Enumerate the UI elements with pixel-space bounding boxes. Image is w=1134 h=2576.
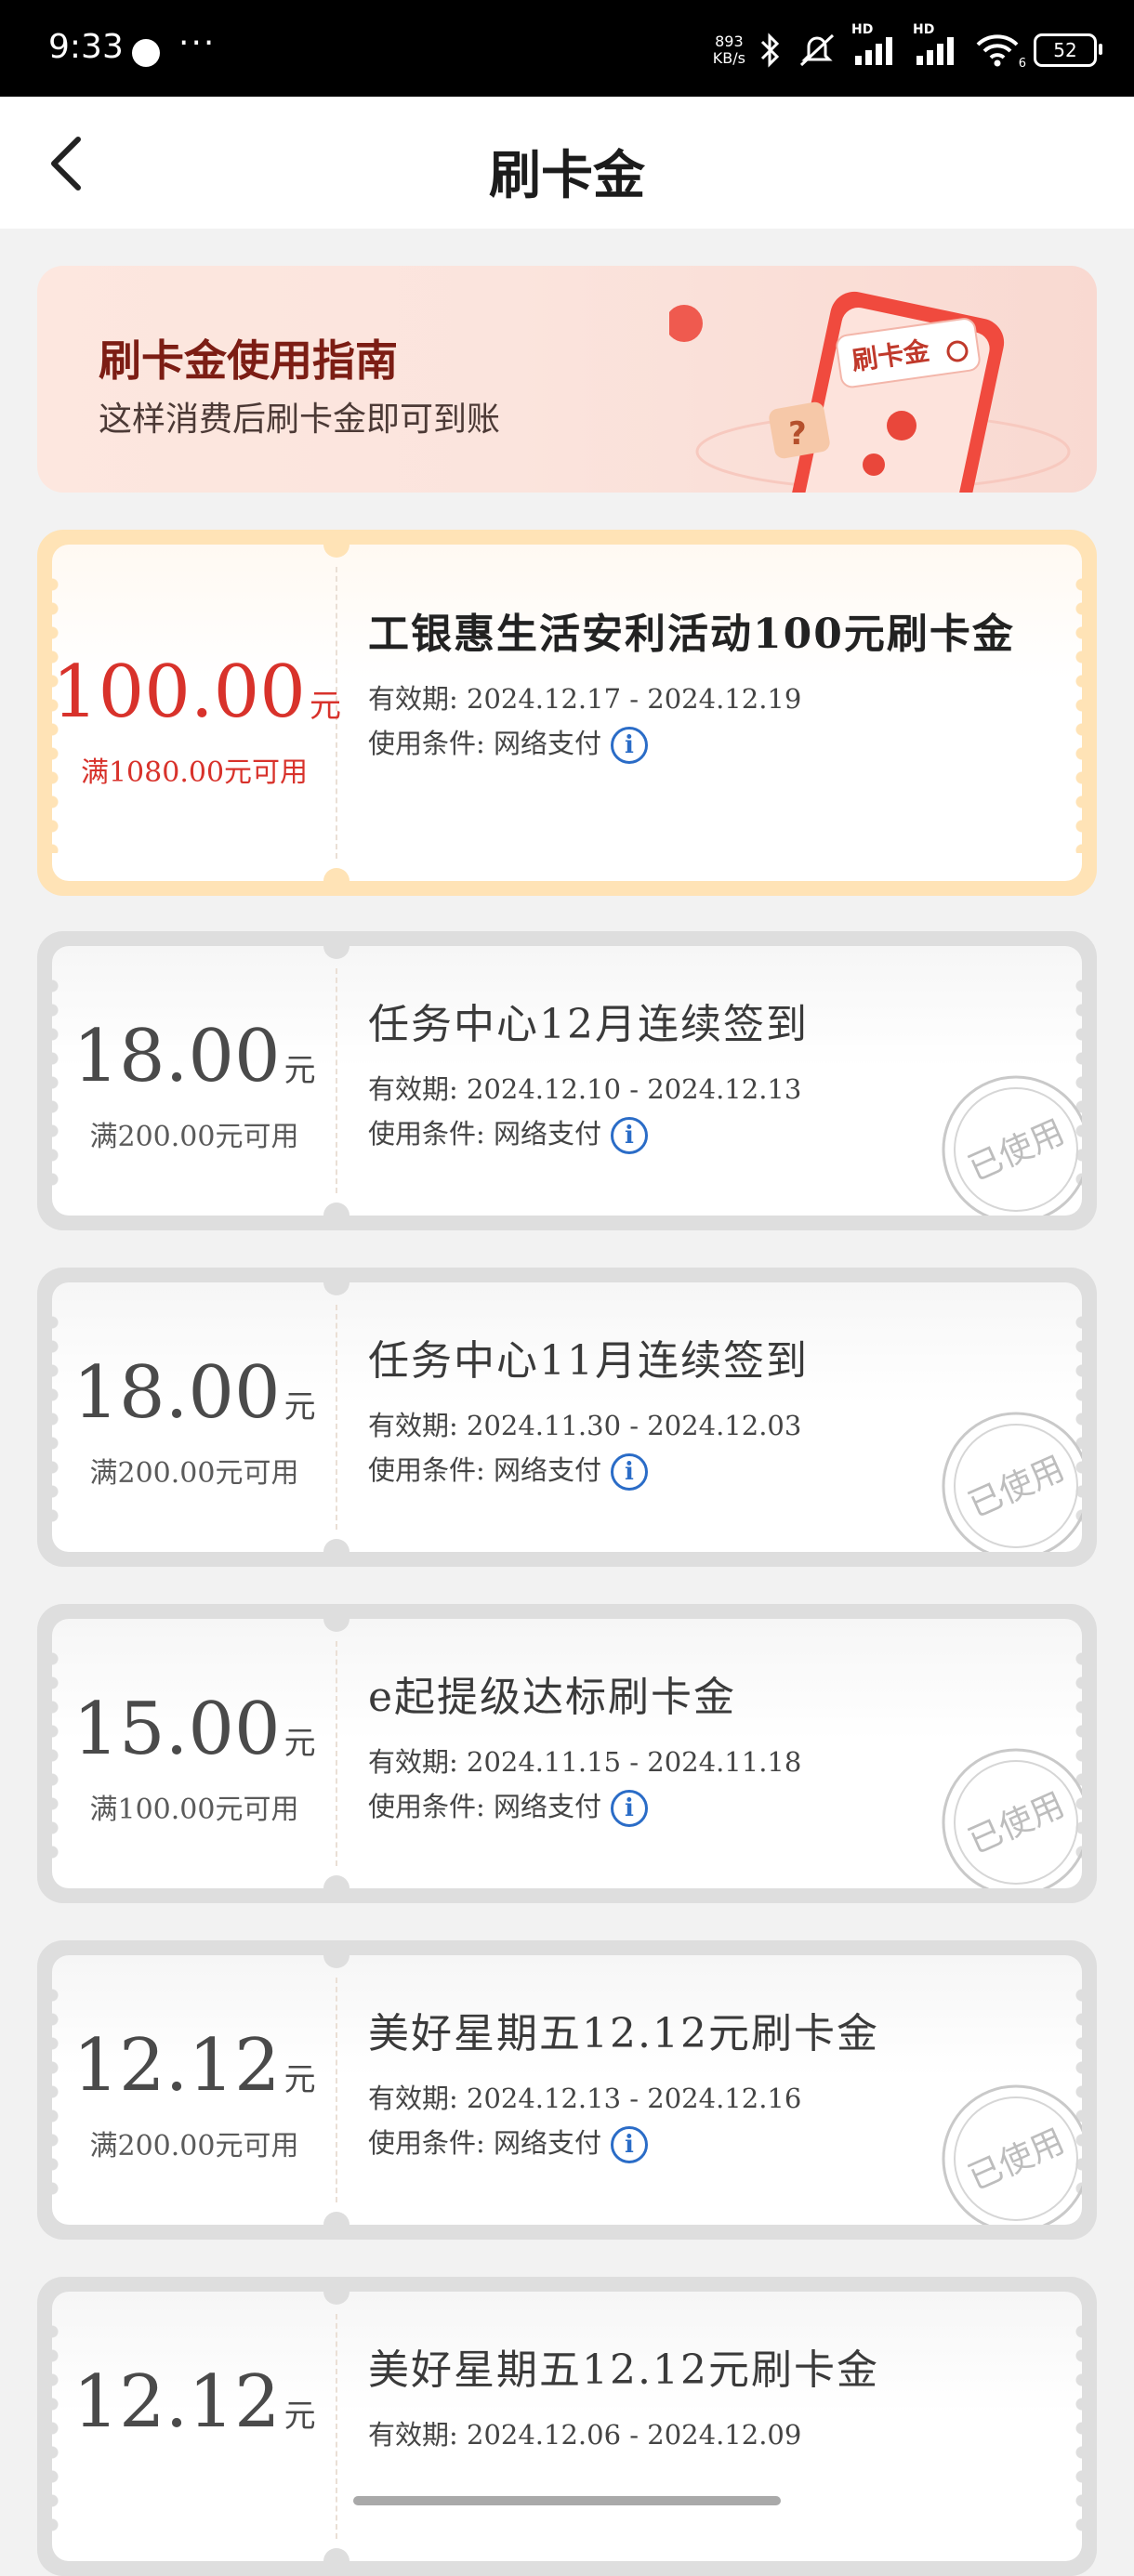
coupon-usage: 使用条件: 网络支付 i (368, 1784, 1026, 1829)
status-bar: 9:33 ··· 893 KB/s HD HD 6 52 (0, 0, 1134, 97)
coupon-validity: 有效期: 2024.12.17 - 2024.12.19 (368, 683, 802, 715)
currency-unit: 元 (284, 2061, 316, 2098)
coupon-validity: 有效期: 2024.12.06 - 2024.12.09 (368, 2419, 802, 2451)
info-icon[interactable]: i (611, 727, 648, 764)
coupon-amount: 18.00 元 (73, 1351, 316, 1435)
home-indicator[interactable] (353, 2496, 781, 2505)
coupon-amount-block: 15.00 元满100.00元可用 (52, 1693, 336, 1827)
coupon-amount-block: 18.00 元满200.00元可用 (52, 1357, 336, 1491)
coupon-validity: 有效期: 2024.11.15 - 2024.11.18 (368, 1746, 802, 1778)
coupon-body: 100.00 元满1080.00元可用 工银惠生活安利活动100元刷卡金 有效期: 2… (52, 545, 1082, 881)
coupon-info: 美好星期五12.12元刷卡金有效期: 2024.12.13 - 2024.12.… (368, 2000, 1026, 2165)
nav-header: 刷卡金 (0, 97, 1134, 229)
coupon-validity: 有效期: 2024.11.30 - 2024.12.03 (368, 1410, 802, 1441)
used-stamp-icon: 已使用 (942, 1075, 1082, 1216)
coupon-card[interactable]: 100.00 元满1080.00元可用 工银惠生活安利活动100元刷卡金 有效期: 2… (37, 530, 1097, 896)
signal-2-icon: HD (913, 22, 961, 69)
coupon-body: 12.12 元美好星期五12.12元刷卡金 有效期: 2024.12.06 - 20… (52, 2292, 1082, 2561)
coupon-usage: 使用条件: 网络支付 i (368, 721, 1026, 766)
coupon-info: e起提级达标刷卡金有效期: 2024.11.15 - 2024.11.18 使用条… (368, 1663, 1026, 1829)
svg-text:已使用: 已使用 (963, 1786, 1070, 1861)
coupon-validity: 有效期: 2024.12.10 - 2024.12.13 (368, 1073, 802, 1105)
coupon-title: e起提级达标刷卡金 (368, 1674, 737, 1721)
coupon-info: 工银惠生活安利活动100元刷卡金有效期: 2024.12.17 - 2024.1… (368, 600, 1026, 766)
page-title: 刷卡金 (489, 146, 645, 206)
svg-text:已使用: 已使用 (963, 2123, 1070, 2198)
coupon-amount: 12.12 元 (73, 2024, 316, 2108)
info-icon[interactable]: i (611, 1790, 648, 1827)
notification-dot-icon (132, 39, 160, 67)
banner-subtitle: 这样消费后刷卡金即可到账 (99, 401, 501, 439)
coupon-card[interactable]: 12.12 元满200.00元可用 美好星期五12.12元刷卡金有效期: 2024.… (37, 1940, 1097, 2240)
bluetooth-icon (758, 32, 783, 69)
phone-illustration-icon: 刷卡金 ? (669, 291, 1071, 493)
banner-title: 刷卡金使用指南 (99, 335, 398, 386)
coupon-card[interactable]: 18.00 元满200.00元可用 任务中心12月连续签到有效期: 2024.12.… (37, 931, 1097, 1230)
coupon-amount: 15.00 元 (73, 1688, 316, 1771)
currency-unit: 元 (284, 1725, 316, 1762)
coupon-info: 任务中心12月连续签到有效期: 2024.12.10 - 2024.12.13 使… (368, 991, 1026, 1156)
used-stamp-icon: 已使用 (942, 2084, 1082, 2225)
coupon-condition: 满1080.00元可用 (80, 756, 309, 789)
coupon-body: 12.12 元满200.00元可用 美好星期五12.12元刷卡金有效期: 2024.… (52, 1955, 1082, 2225)
info-icon[interactable]: i (611, 2126, 648, 2163)
coupon-title: 美好星期五12.12元刷卡金 (368, 2346, 879, 2394)
more-notifications-icon: ··· (178, 24, 217, 62)
coupon-title: 工银惠生活安利活动100元刷卡金 (368, 611, 1015, 658)
currency-unit: 元 (284, 1388, 316, 1426)
usage-guide-banner[interactable]: 刷卡金使用指南 这样消费后刷卡金即可到账 刷卡金 ? (37, 266, 1097, 493)
wifi-icon: 6 (974, 32, 1026, 71)
coupon-condition: 满200.00元可用 (89, 1121, 299, 1153)
coupon-title: 任务中心11月连续签到 (368, 1337, 809, 1385)
coupon-card[interactable]: 18.00 元满200.00元可用 任务中心11月连续签到有效期: 2024.11.… (37, 1268, 1097, 1567)
used-stamp-icon: 已使用 (942, 1412, 1082, 1552)
coupon-amount: 100.00 元 (52, 651, 341, 734)
battery-indicator: 52 (1034, 33, 1102, 67)
coupon-info: 美好星期五12.12元刷卡金有效期: 2024.12.06 - 2024.12.… (368, 2336, 1026, 2457)
coupon-condition: 满200.00元可用 (89, 1457, 299, 1490)
svg-text:已使用: 已使用 (963, 1113, 1070, 1189)
info-icon[interactable]: i (611, 1453, 648, 1491)
coupon-card[interactable]: 15.00 元满100.00元可用 e起提级达标刷卡金有效期: 2024.11.15… (37, 1604, 1097, 1903)
currency-unit: 元 (284, 2398, 316, 2435)
coupon-title: 任务中心12月连续签到 (368, 1001, 809, 1048)
network-speed: 893 KB/s (712, 33, 745, 67)
svg-text:已使用: 已使用 (963, 1450, 1070, 1525)
coupon-body: 15.00 元满100.00元可用 e起提级达标刷卡金有效期: 2024.11.15… (52, 1619, 1082, 1888)
coupon-amount-block: 12.12 元满200.00元可用 (52, 2030, 336, 2163)
coupon-usage: 使用条件: 网络支付 i (368, 2121, 1026, 2165)
coupon-body: 18.00 元满200.00元可用 任务中心12月连续签到有效期: 2024.12.… (52, 946, 1082, 1216)
coupon-amount: 12.12 元 (73, 2360, 316, 2444)
coupon-card[interactable]: 12.12 元美好星期五12.12元刷卡金 有效期: 2024.12.06 - 20… (37, 2277, 1097, 2576)
coupon-usage: 使用条件: 网络支付 i (368, 1111, 1026, 1156)
coupon-amount-block: 18.00 元满200.00元可用 (52, 1020, 336, 1154)
coupon-amount-block: 12.12 元 (52, 2366, 336, 2459)
coupon-info: 任务中心11月连续签到有效期: 2024.11.30 - 2024.12.03 使… (368, 1327, 1026, 1492)
coupon-usage: 使用条件: 网络支付 i (368, 1448, 1026, 1492)
coupon-condition: 满200.00元可用 (89, 2130, 299, 2162)
coupon-amount-block: 100.00 元满1080.00元可用 (52, 651, 341, 790)
svg-text:?: ? (788, 415, 807, 453)
mute-icon (796, 32, 838, 69)
currency-unit: 元 (309, 688, 341, 725)
currency-unit: 元 (284, 1052, 316, 1089)
coupon-title: 美好星期五12.12元刷卡金 (368, 2010, 879, 2057)
status-icons: 893 KB/s HD HD 6 52 (712, 22, 1102, 78)
signal-1-icon: HD (851, 22, 900, 69)
coupon-validity: 有效期: 2024.12.13 - 2024.12.16 (368, 2083, 802, 2114)
coupon-body: 18.00 元满200.00元可用 任务中心11月连续签到有效期: 2024.11.… (52, 1282, 1082, 1552)
coupon-condition: 满100.00元可用 (89, 1794, 299, 1826)
used-stamp-icon: 已使用 (942, 1748, 1082, 1888)
info-icon[interactable]: i (611, 1117, 648, 1154)
coupon-amount: 18.00 元 (73, 1015, 316, 1098)
clock: 9:33 (48, 28, 124, 66)
